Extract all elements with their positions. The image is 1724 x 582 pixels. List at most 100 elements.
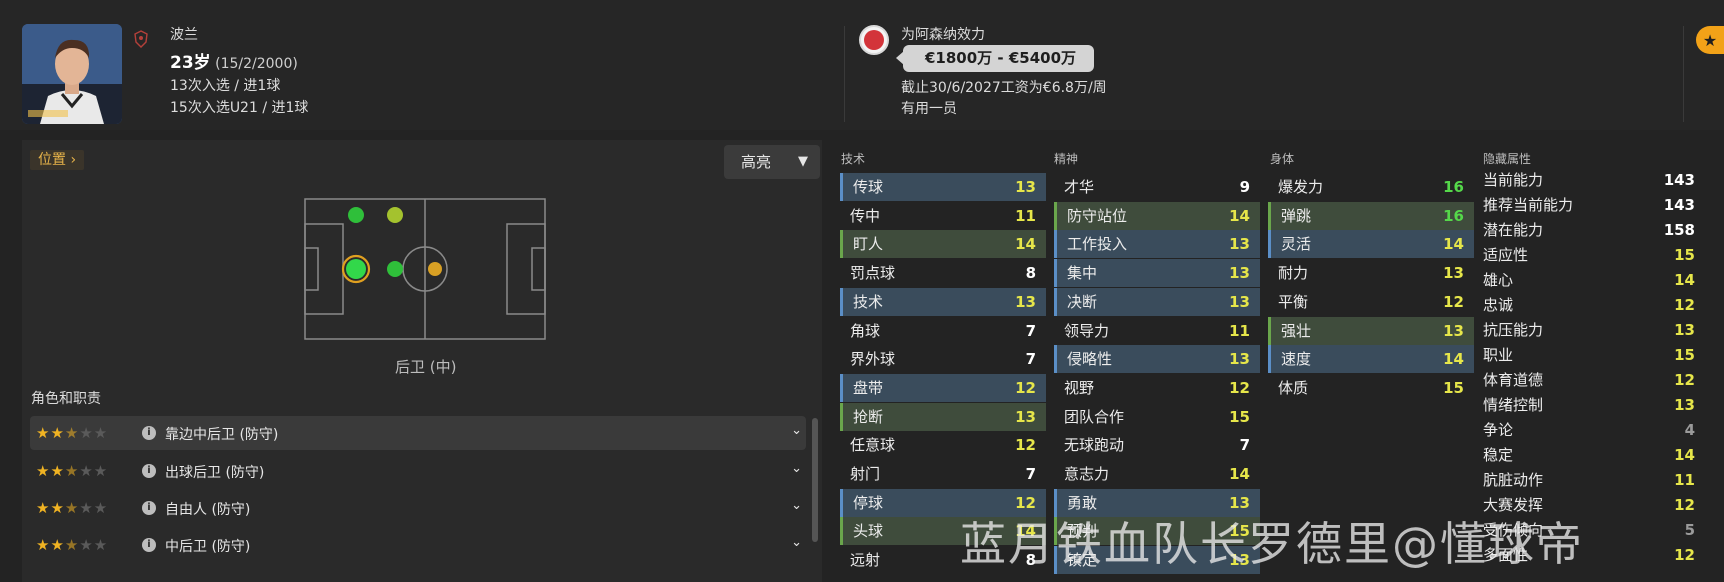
chevron-down-icon[interactable]: ⌄ [791, 498, 802, 513]
plays-for-club[interactable]: 为阿森纳效力 [901, 24, 985, 44]
attribute-row[interactable]: 技术 13 [840, 287, 1046, 316]
hidden-attribute-row[interactable]: 争论 4 [1483, 418, 1695, 443]
hidden-attribute-row[interactable]: 情绪控制 13 [1483, 393, 1695, 418]
attribute-row[interactable]: 射门 7 [840, 460, 1046, 488]
player-age: 23岁 [170, 53, 211, 73]
chevron-down-icon[interactable]: ⌄ [791, 423, 802, 438]
role-row[interactable]: ★★★★★ i 自由人 (防守) ⌄ [30, 491, 806, 525]
attribute-row[interactable]: 侵略性 13 [1054, 345, 1260, 374]
role-row[interactable]: ★★★★★ i 出球后卫 (防守) ⌄ [30, 454, 806, 488]
attribute-name: 视野 [1064, 378, 1095, 397]
attribute-row[interactable]: 角球 7 [840, 317, 1046, 345]
chevron-down-icon[interactable]: ⌄ [791, 535, 802, 550]
attribute-row[interactable]: 工作投入 13 [1054, 230, 1260, 259]
hidden-attribute-row[interactable]: 当前能力 143 [1483, 168, 1695, 193]
position-tab-label: 位置 [38, 152, 66, 168]
hidden-attribute-row[interactable]: 适应性 15 [1483, 243, 1695, 268]
attribute-value: 13 [1674, 396, 1695, 414]
info-icon[interactable]: i [142, 464, 156, 478]
highlight-dropdown[interactable]: 高亮 ▼ [724, 145, 820, 179]
role-name: 出球后卫 (防守) [165, 465, 265, 481]
attribute-name: 团队合作 [1064, 407, 1125, 426]
position-dot-dl [348, 207, 364, 223]
position-dot-dm [387, 261, 403, 277]
hidden-attribute-row[interactable]: 忠诚 12 [1483, 293, 1695, 318]
attribute-value: 11 [1229, 321, 1250, 340]
attribute-name: 争论 [1483, 421, 1514, 439]
attribute-row[interactable]: 任意球 12 [840, 431, 1046, 459]
attribute-row[interactable]: 盘带 12 [840, 373, 1046, 402]
attribute-value: 12 [1015, 378, 1036, 397]
attribute-name: 强壮 [1281, 321, 1312, 340]
attribute-row[interactable]: 弹跳 16 [1268, 201, 1474, 230]
attribute-name: 弹跳 [1281, 206, 1312, 225]
attribute-row[interactable]: 速度 14 [1268, 345, 1474, 374]
attribute-value: 14 [1674, 446, 1695, 464]
hidden-attribute-row[interactable]: 抗压能力 13 [1483, 318, 1695, 343]
attribute-name: 侵略性 [1067, 350, 1113, 369]
role-row[interactable]: ★★★★★ i 靠边中后卫 (防守) ⌄ [30, 416, 806, 450]
hidden-attribute-row[interactable]: 潜在能力 158 [1483, 218, 1695, 243]
attribute-name: 工作投入 [1067, 235, 1128, 254]
attribute-value: 158 [1663, 221, 1695, 239]
role-name: 中后卫 (防守) [165, 539, 251, 555]
hidden-attribute-row[interactable]: 推荐当前能力 143 [1483, 193, 1695, 218]
club-badge-icon[interactable] [859, 25, 889, 55]
info-icon[interactable]: i [142, 538, 156, 552]
chevron-down-icon: ▼ [798, 154, 808, 169]
attribute-row[interactable]: 罚点球 8 [840, 259, 1046, 287]
info-icon[interactable]: i [142, 426, 156, 440]
role-row[interactable]: ★★★★★ i 中后卫 (防守) ⌄ [30, 528, 806, 562]
attribute-value: 13 [1015, 178, 1036, 196]
attribute-value: 12 [1674, 546, 1695, 564]
attribute-row[interactable]: 耐力 13 [1268, 259, 1474, 287]
hidden-attribute-row[interactable]: 肮脏动作 11 [1483, 468, 1695, 493]
attribute-row[interactable]: 无球跑动 7 [1054, 431, 1260, 459]
attribute-name: 稳定 [1483, 446, 1514, 464]
attribute-name: 雄心 [1483, 271, 1514, 289]
attribute-row[interactable]: 视野 12 [1054, 374, 1260, 402]
attribute-value: 14 [1229, 465, 1250, 483]
attribute-value: 4 [1684, 421, 1695, 439]
attribute-row[interactable]: 才华 9 [1054, 173, 1260, 201]
attribute-row[interactable]: 传中 11 [840, 202, 1046, 230]
international-caps: 13次入选 / 进1球 [170, 78, 281, 94]
hidden-attribute-row[interactable]: 雄心 14 [1483, 268, 1695, 293]
hidden-attribute-row[interactable]: 职业 15 [1483, 343, 1695, 368]
attribute-row[interactable]: 防守站位 14 [1054, 201, 1260, 230]
hidden-attribute-row[interactable]: 稳定 14 [1483, 443, 1695, 468]
attribute-row[interactable]: 决断 13 [1054, 287, 1260, 316]
u21-caps: 15次入选U21 / 进1球 [170, 100, 309, 116]
attribute-value: 7 [1239, 436, 1250, 455]
chevron-right-icon: › [70, 152, 77, 168]
attribute-row[interactable]: 抢断 13 [840, 402, 1046, 431]
hidden-attribute-row[interactable]: 体育道德 12 [1483, 368, 1695, 393]
attribute-row[interactable]: 盯人 14 [840, 230, 1046, 259]
attribute-row[interactable]: 爆发力 16 [1268, 173, 1474, 201]
attribute-row[interactable]: 灵活 14 [1268, 230, 1474, 259]
position-tab[interactable]: 位置 › [30, 150, 85, 170]
attribute-name: 集中 [1067, 264, 1098, 283]
attribute-row[interactable]: 团队合作 15 [1054, 403, 1260, 431]
header-divider [844, 26, 845, 122]
player-nation[interactable]: 波兰 [170, 24, 198, 44]
chevron-down-icon[interactable]: ⌄ [791, 461, 802, 476]
attribute-row[interactable]: 体质 15 [1268, 374, 1474, 402]
attribute-value: 14 [1015, 235, 1036, 254]
attribute-name: 罚点球 [850, 264, 896, 283]
attribute-row[interactable]: 界外球 7 [840, 345, 1046, 373]
attribute-value: 12 [1229, 378, 1250, 397]
attribute-row[interactable]: 强壮 13 [1268, 316, 1474, 345]
attribute-row[interactable]: 领导力 11 [1054, 317, 1260, 345]
attribute-name: 意志力 [1064, 465, 1110, 483]
attribute-value: 12 [1674, 296, 1695, 314]
attribute-value: 16 [1443, 206, 1464, 225]
roles-scrollbar[interactable] [812, 418, 818, 542]
attribute-row[interactable]: 传球 13 [840, 173, 1046, 201]
attribute-row[interactable]: 集中 13 [1054, 259, 1260, 288]
attribute-row[interactable]: 平衡 12 [1268, 288, 1474, 316]
attribute-row[interactable]: 意志力 14 [1054, 460, 1260, 488]
favorite-star-button[interactable]: ★ [1696, 26, 1724, 54]
info-icon[interactable]: i [142, 501, 156, 515]
attribute-value: 13 [1674, 321, 1695, 339]
